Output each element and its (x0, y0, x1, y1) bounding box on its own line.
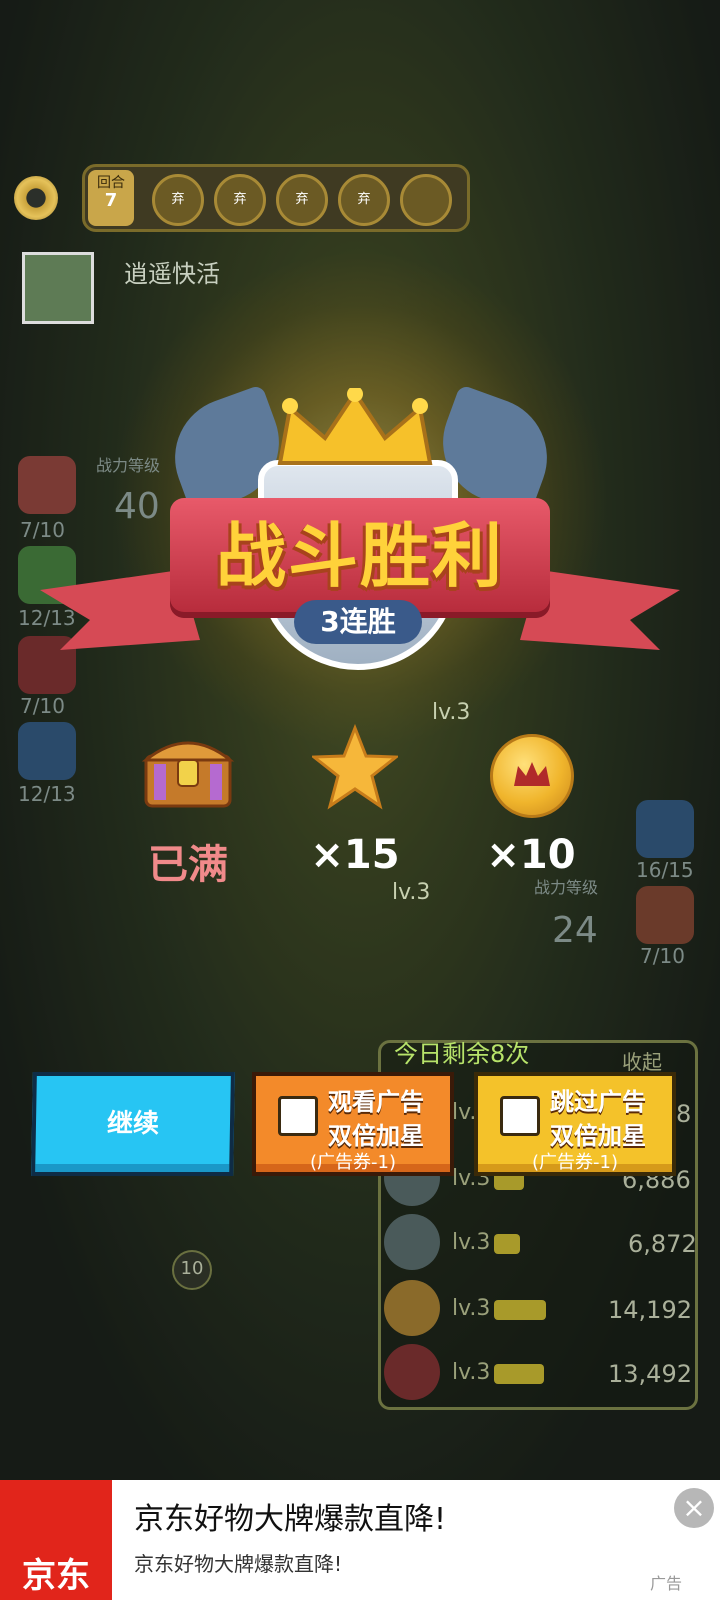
ad-brand-label: 京东 (22, 1556, 90, 1596)
unit-badge-right-1[interactable] (636, 800, 694, 858)
no-ad-icon (500, 1096, 540, 1136)
collapse-button[interactable]: 收起 (622, 1046, 662, 1075)
star-reward-label: ×15 (310, 832, 400, 878)
row-level-5: lv.3 (452, 1360, 491, 1385)
unit-count-right-1: 16/15 (636, 858, 694, 882)
card-slot-5[interactable] (400, 174, 452, 226)
row-bar-5 (494, 1364, 544, 1384)
row-value-4: 14,192 (608, 1296, 692, 1324)
row-bar-4 (494, 1300, 546, 1320)
power-level-label-left: 战力等级 (96, 456, 161, 475)
skip-ad-cost: (广告券-1) (532, 1152, 618, 1173)
unit-count-4: 12/13 (18, 782, 76, 806)
watch-ad-line2: 双倍加星 (328, 1122, 424, 1150)
victory-title: 战斗胜利 (216, 515, 504, 597)
settings-gear-icon[interactable] (14, 176, 58, 220)
unit-count-3: 7/10 (20, 694, 65, 718)
star-icon (312, 724, 398, 810)
crown-icon (277, 388, 433, 465)
card-slot-4[interactable]: 弃 (338, 174, 390, 226)
watch-ad-line1: 观看广告 (328, 1088, 424, 1116)
card-slot-2[interactable]: 弃 (214, 174, 266, 226)
player-name: 逍遥快活 (124, 260, 220, 288)
unit-avatar-5 (384, 1344, 440, 1400)
unit-badge-1[interactable] (18, 456, 76, 514)
unit-avatar-4 (384, 1280, 440, 1336)
watch-ad-cost: (广告券-1) (310, 1152, 396, 1173)
unit-count-1: 7/10 (20, 518, 65, 542)
ad-tag: 广告 (650, 1574, 683, 1593)
ad-title[interactable]: 京东好物大牌爆款直降! (134, 1494, 446, 1538)
round-number: 7 (104, 190, 118, 211)
skip-ad-double-star-button[interactable]: 跳过广告 双倍加星 (广告券-1) (474, 1072, 676, 1176)
power-level-value-left: 40 (114, 486, 160, 527)
skip-ad-line1: 跳过广告 (550, 1088, 646, 1116)
skip-ad-line2: 双倍加星 (550, 1122, 646, 1150)
card-slot-3[interactable]: 弃 (276, 174, 328, 226)
remaining-today: 今日剩余8次 (394, 1040, 530, 1068)
power-level-value-right: 24 (552, 910, 598, 951)
unit-avatar-3 (384, 1214, 440, 1270)
player-avatar[interactable] (22, 252, 94, 324)
chest-reward-label: 已满 (148, 842, 228, 888)
card-slot-1[interactable]: 弃 (152, 174, 204, 226)
unit-count-right-2: 7/10 (640, 944, 685, 968)
watch-ad-double-star-button[interactable]: 观看广告 双倍加星 (广告券-1) (252, 1072, 454, 1176)
ally-level-tag: lv.3 (392, 880, 431, 905)
enemy-level-tag: lv.3 (432, 700, 471, 725)
coin-reward-label: ×10 (486, 832, 576, 878)
row-value-5: 13,492 (608, 1360, 692, 1388)
win-streak-badge: 3连胜 (294, 600, 422, 644)
video-ad-icon (278, 1096, 318, 1136)
unit-badge-4[interactable] (18, 722, 76, 780)
row-level-3: lv.3 (452, 1230, 491, 1255)
unit-badge-right-2[interactable] (636, 886, 694, 944)
close-icon[interactable]: × (674, 1488, 714, 1528)
row-value-1: 8 (676, 1100, 692, 1128)
continue-button[interactable]: 继续 (31, 1072, 235, 1176)
ad-subtitle[interactable]: 京东好物大牌爆款直降! (134, 1548, 342, 1577)
row-value-3: 6,872 (628, 1230, 697, 1258)
treasure-chest-icon (141, 741, 235, 808)
round-indicator: 回合 7 (88, 170, 134, 226)
coin-crown-mark (514, 762, 550, 786)
row-level-4: lv.3 (452, 1296, 491, 1321)
counter-badge: 10 (172, 1250, 212, 1290)
row-bar-3 (494, 1234, 520, 1254)
